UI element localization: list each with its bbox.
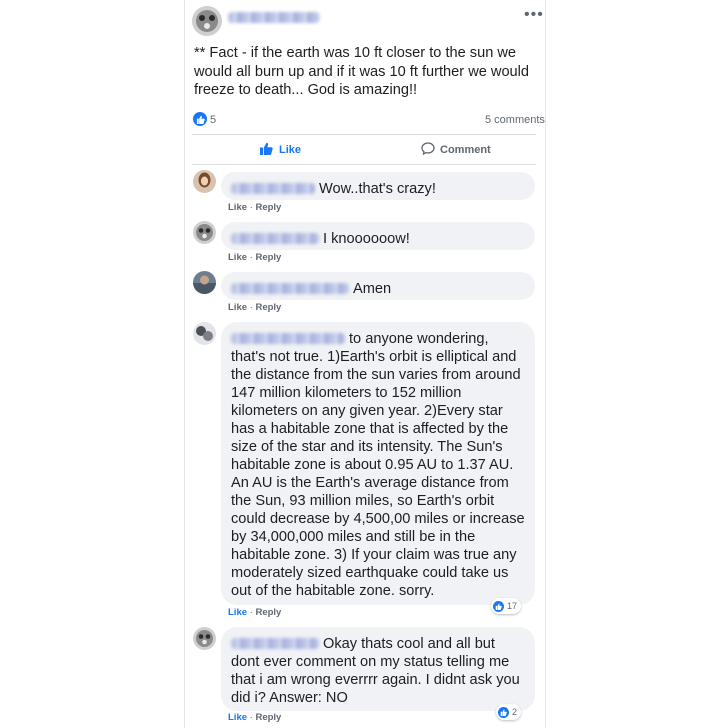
- comment-reaction-count: 2: [512, 707, 518, 717]
- commenter-name-redacted[interactable]: [231, 182, 315, 194]
- comment-actions: Like · Reply: [228, 202, 281, 213]
- post-text: ** Fact - if the earth was 10 ft closer …: [194, 45, 530, 98]
- comment-bubble: Wow..that's crazy!: [221, 172, 535, 200]
- commenter-name-redacted[interactable]: [231, 637, 319, 649]
- like-reaction-icon: [493, 600, 504, 612]
- comment-avatar[interactable]: [193, 271, 216, 294]
- like-button-label: Like: [279, 144, 302, 156]
- comment-avatar[interactable]: [193, 221, 216, 244]
- comment-button-label: Comment: [440, 144, 491, 156]
- post-author-avatar[interactable]: [192, 6, 222, 36]
- comment-reply-link[interactable]: Reply: [255, 252, 281, 263]
- divider: [192, 164, 536, 165]
- comment-like-link[interactable]: Like: [228, 252, 247, 263]
- comment-reaction-badge[interactable]: 2: [496, 704, 522, 720]
- post-author-name-redacted[interactable]: [228, 12, 320, 23]
- comment-actions: Like · Reply: [228, 712, 281, 723]
- comment-actions: Like · Reply: [228, 607, 281, 618]
- comment-actions: Like · Reply: [228, 302, 281, 313]
- more-options-icon[interactable]: •••: [524, 6, 544, 24]
- comment-reply-link[interactable]: Reply: [255, 607, 281, 618]
- divider: [192, 134, 536, 135]
- comment-like-link[interactable]: Like: [228, 607, 247, 618]
- comment-button[interactable]: Comment: [421, 140, 491, 160]
- comment-reply-link[interactable]: Reply: [255, 302, 281, 313]
- commenter-name-redacted[interactable]: [231, 332, 345, 344]
- comment-text: I knoooooow!: [323, 231, 410, 247]
- comment-bubble: to anyone wondering, that's not true. 1)…: [221, 322, 535, 605]
- comment-reply-link[interactable]: Reply: [255, 712, 281, 723]
- post-reaction-count[interactable]: 5: [210, 114, 216, 126]
- like-reaction-icon: [498, 706, 509, 718]
- comment-like-link[interactable]: Like: [228, 202, 247, 213]
- comment-like-link[interactable]: Like: [228, 302, 247, 313]
- comment-bubble: Amen: [221, 272, 535, 300]
- comment-bubble-icon: [421, 142, 435, 158]
- comments-count-link[interactable]: 5 comments: [485, 114, 545, 126]
- comment-text: Wow..that's crazy!: [319, 181, 436, 197]
- commenter-name-redacted[interactable]: [231, 282, 349, 294]
- comment-text: Amen: [353, 281, 392, 297]
- thumbs-up-icon: [260, 142, 274, 158]
- comment-reply-link[interactable]: Reply: [255, 202, 281, 213]
- comment-reaction-count: 17: [507, 601, 518, 611]
- comment-actions: Like · Reply: [228, 252, 281, 263]
- comment-reaction-badge[interactable]: 17: [491, 598, 522, 614]
- comment-like-link[interactable]: Like: [228, 712, 247, 723]
- commenter-name-redacted[interactable]: [231, 232, 319, 244]
- comment-avatar[interactable]: [193, 170, 216, 193]
- comment-bubble: Okay thats cool and all but dont ever co…: [221, 627, 535, 711]
- comment-avatar[interactable]: [193, 322, 216, 345]
- comment-avatar[interactable]: [193, 627, 216, 650]
- comment-text: to anyone wondering, that's not true. 1)…: [231, 331, 525, 599]
- like-button[interactable]: Like: [260, 140, 301, 160]
- like-reaction-icon[interactable]: [193, 112, 207, 126]
- comment-bubble: I knoooooow!: [221, 222, 535, 250]
